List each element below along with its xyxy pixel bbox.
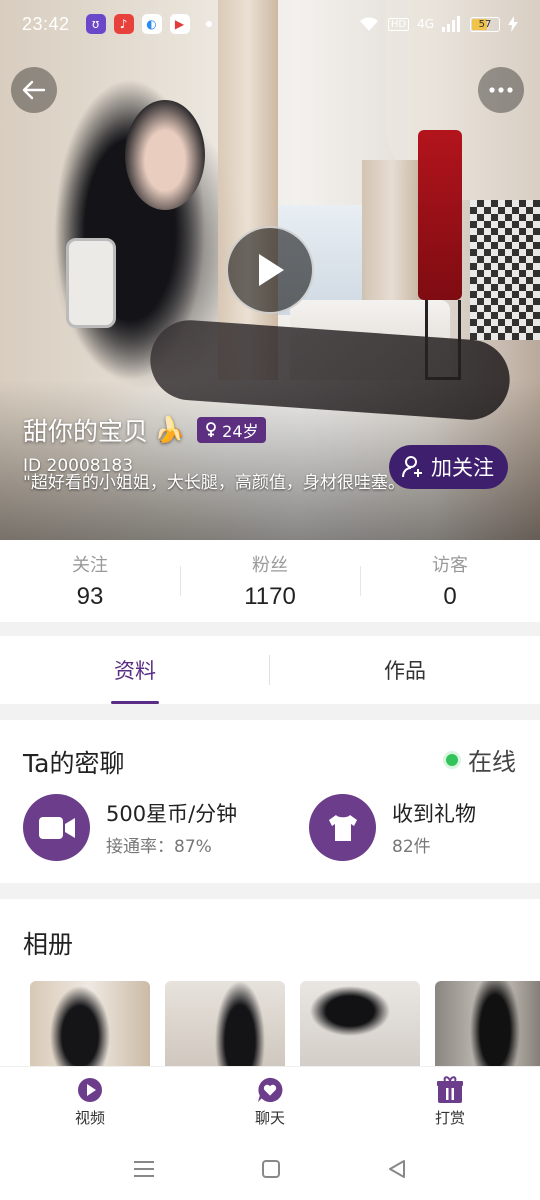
wifi-icon bbox=[359, 17, 378, 31]
signal-icon bbox=[442, 16, 460, 32]
gifts-feature[interactable]: 收到礼物 82件 bbox=[309, 794, 476, 861]
gender-age-badge: 24岁 bbox=[197, 417, 266, 443]
more-dots-icon bbox=[489, 87, 513, 93]
stat-value: 93 bbox=[76, 583, 104, 610]
soul-app-icon: ʊ bbox=[85, 14, 106, 34]
online-dot-icon bbox=[446, 753, 458, 766]
play-icon bbox=[259, 254, 284, 286]
network-label: 4G bbox=[417, 17, 434, 31]
profile-stats: 关注 93 粉丝 1170 访客 0 bbox=[0, 540, 540, 622]
chat-heart-icon bbox=[257, 1077, 283, 1103]
cover-background bbox=[418, 130, 462, 300]
follow-label: 加关注 bbox=[431, 456, 494, 480]
gifts-text: 收到礼物 82件 bbox=[392, 798, 476, 857]
browser-app-icon: ◐ bbox=[141, 14, 162, 34]
video-call-feature[interactable]: 500星币/分钟 接通率：87% bbox=[23, 794, 237, 861]
stat-label: 粉丝 bbox=[252, 555, 288, 576]
cover-person bbox=[125, 100, 205, 210]
album-photo[interactable] bbox=[435, 981, 540, 1069]
back-button[interactable] bbox=[11, 67, 57, 113]
banana-emoji-icon: 🍌 bbox=[154, 415, 186, 444]
tab-works[interactable]: 作品 bbox=[270, 636, 540, 704]
menu-icon[interactable] bbox=[133, 1160, 155, 1178]
profile-bio: "超好看的小姐姐，大长腿，高颜值，身材很哇塞。" bbox=[23, 473, 413, 493]
video-app-icon: ▶ bbox=[169, 14, 190, 34]
private-chat-title: Ta的密聊 bbox=[23, 749, 125, 778]
nav-chat[interactable]: 聊天 bbox=[180, 1067, 360, 1138]
tab-profile-info[interactable]: 资料 bbox=[0, 636, 270, 704]
video-nav-icon bbox=[77, 1077, 103, 1103]
video-camera-icon bbox=[23, 794, 90, 861]
stat-value: 0 bbox=[443, 583, 457, 610]
system-navigation-bar bbox=[0, 1138, 540, 1200]
cover-person bbox=[66, 238, 116, 328]
gifts-count: 82件 bbox=[392, 837, 431, 857]
online-label: 在线 bbox=[468, 748, 516, 776]
charging-icon bbox=[508, 16, 518, 32]
notification-dot-icon bbox=[205, 21, 212, 27]
album-title: 相册 bbox=[23, 930, 74, 959]
follow-button[interactable]: 加关注 bbox=[389, 445, 508, 489]
album-photo[interactable] bbox=[165, 981, 285, 1069]
private-chat-card: Ta的密聊 在线 500星币/分钟 接通率：87% 收到礼物 82件 bbox=[0, 720, 540, 883]
status-time: 23:42 bbox=[22, 13, 70, 34]
gifts-title: 收到礼物 bbox=[392, 802, 476, 826]
gift-shirt-icon bbox=[309, 794, 376, 861]
back-triangle-icon[interactable] bbox=[387, 1159, 407, 1179]
profile-name: 甜你的宝贝 bbox=[23, 417, 149, 446]
stat-label: 关注 bbox=[72, 555, 108, 576]
play-video-button[interactable] bbox=[226, 226, 314, 314]
connect-rate: 接通率：87% bbox=[106, 837, 212, 857]
music-app-icon: ♪ bbox=[113, 14, 134, 34]
stat-visitors[interactable]: 访客 0 bbox=[360, 540, 540, 622]
stat-value: 1170 bbox=[244, 583, 296, 610]
status-indicators: HD 4G 57 bbox=[358, 16, 518, 32]
nav-label: 视频 bbox=[74, 1109, 105, 1127]
video-call-rate: 500星币/分钟 bbox=[106, 802, 238, 826]
album-photo[interactable] bbox=[30, 981, 150, 1069]
profile-name-row: 甜你的宝贝 🍌 24岁 bbox=[23, 412, 266, 448]
battery-icon: 57 bbox=[470, 16, 500, 32]
home-icon[interactable] bbox=[261, 1159, 281, 1179]
female-icon bbox=[206, 422, 217, 437]
more-button[interactable] bbox=[478, 67, 524, 113]
bottom-nav: 视频 聊天 打赏 bbox=[0, 1066, 540, 1138]
stat-label: 访客 bbox=[432, 555, 468, 576]
cover-background bbox=[470, 200, 540, 340]
album-photo[interactable] bbox=[300, 981, 420, 1069]
video-call-text: 500星币/分钟 接通率：87% bbox=[106, 798, 237, 857]
nav-video[interactable]: 视频 bbox=[0, 1067, 180, 1138]
age-label: 24岁 bbox=[222, 422, 259, 441]
nav-label: 聊天 bbox=[254, 1109, 285, 1127]
status-bar: 23:42 ʊ ♪ ◐ ▶ HD 4G 57 bbox=[0, 0, 540, 48]
nav-tip[interactable]: 打赏 bbox=[360, 1067, 540, 1138]
album-photos bbox=[30, 981, 540, 1069]
stat-following[interactable]: 关注 93 bbox=[0, 540, 180, 622]
add-user-icon bbox=[402, 456, 422, 478]
stat-fans[interactable]: 粉丝 1170 bbox=[180, 540, 360, 622]
arrow-left-icon bbox=[22, 80, 46, 100]
nav-label: 打赏 bbox=[434, 1109, 465, 1127]
album-card: 相册 bbox=[0, 899, 540, 1069]
gift-box-icon bbox=[437, 1076, 463, 1103]
hd-icon: HD bbox=[387, 17, 410, 31]
online-status: 在线 bbox=[446, 742, 516, 777]
tab-divider bbox=[269, 655, 270, 685]
profile-tabs: 资料 作品 bbox=[0, 636, 540, 704]
